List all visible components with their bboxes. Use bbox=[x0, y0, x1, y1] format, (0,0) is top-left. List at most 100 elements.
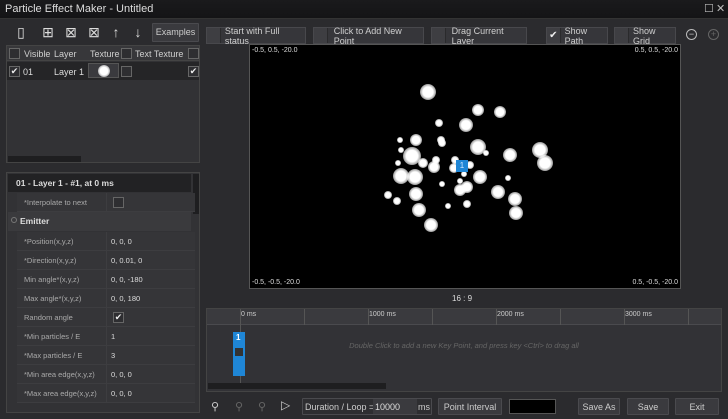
save-button[interactable]: Save bbox=[627, 398, 669, 415]
coord-top-left: -0.5, 0.5, -20.0 bbox=[252, 47, 298, 54]
property-row[interactable]: *Max particles / E3 bbox=[17, 346, 195, 365]
show-grid-toggle[interactable]: Show Grid bbox=[614, 26, 676, 46]
emitter-marker[interactable]: 1 bbox=[456, 160, 468, 172]
window-title: Particle Effect Maker - Untitled bbox=[5, 3, 154, 15]
text-texture-all-checkbox[interactable] bbox=[188, 48, 199, 59]
property-row[interactable]: Min angle*(x,y,z) 0, 0, -180 bbox=[17, 270, 195, 289]
layer-row[interactable]: ✔ 01 Layer 1 ✔ bbox=[7, 62, 199, 80]
layer-extra-checkbox[interactable]: ✔ bbox=[188, 66, 199, 77]
property-row[interactable]: Random angle ✔ bbox=[17, 308, 195, 327]
delete-layer-icon[interactable]: ⊠ bbox=[62, 23, 80, 41]
particle bbox=[537, 155, 553, 171]
keypoint[interactable]: 1 bbox=[233, 332, 245, 376]
property-value[interactable]: 0, 0, 0 bbox=[107, 370, 132, 379]
property-key: *Direction(x,y,z) bbox=[17, 251, 107, 269]
duration-input[interactable]: 10000 bbox=[373, 399, 417, 414]
properties-panel: 01 - Layer 1 - #1, at 0 ms *Interpolate … bbox=[6, 172, 200, 413]
remove-keypoint-icon[interactable]: ⚲ bbox=[235, 400, 243, 413]
play-icon[interactable]: ▷ bbox=[281, 398, 290, 412]
add-layer-icon[interactable]: ⊞ bbox=[39, 23, 57, 41]
examples-button[interactable]: Examples bbox=[152, 23, 199, 42]
property-value[interactable]: 0, 0, 180 bbox=[107, 294, 140, 303]
collapse-icon bbox=[11, 217, 17, 223]
horizontal-scrollbar[interactable] bbox=[8, 156, 81, 162]
texture-preview[interactable] bbox=[88, 63, 119, 78]
property-value[interactable]: 0, 0, 0 bbox=[107, 237, 132, 246]
move-up-icon[interactable]: ↑ bbox=[107, 23, 125, 41]
property-value[interactable]: 1 bbox=[107, 332, 115, 341]
point-interval-button[interactable]: Point Interval bbox=[438, 398, 502, 415]
property-row[interactable]: *Min particles / E1 bbox=[17, 327, 195, 346]
preview-canvas[interactable]: -0.5, 0.5, -20.0 0.5, 0.5, -20.0 -0.5, -… bbox=[249, 44, 681, 289]
timeline[interactable]: 0 ms 1000 ms 2000 ms 3000 ms Double Click t… bbox=[206, 308, 722, 392]
header-visible: Visible bbox=[24, 49, 51, 59]
property-row[interactable]: *Max area edge(x,y,z) 0, 0, 0 bbox=[17, 384, 195, 403]
exit-button[interactable]: Exit bbox=[675, 398, 719, 415]
property-row[interactable]: *Position(x,y,z) 0, 0, 0 bbox=[17, 232, 195, 251]
property-key: Min angle*(x,y,z) bbox=[17, 270, 107, 288]
particle bbox=[463, 200, 471, 208]
ruler-line bbox=[560, 309, 561, 325]
ruler-line bbox=[496, 309, 497, 325]
particle bbox=[407, 169, 423, 185]
property-key: *Min particles / E bbox=[17, 327, 107, 345]
timeline-tick-label: 0 ms bbox=[241, 311, 257, 318]
ruler-line bbox=[368, 309, 369, 325]
texture-all-checkbox[interactable] bbox=[121, 48, 132, 59]
drag-layer-toggle[interactable]: Drag Current Layer bbox=[431, 26, 527, 46]
click-add-point-toggle[interactable]: Click to Add New Point bbox=[313, 26, 424, 46]
add-keypoint-icon[interactable]: ⚲ bbox=[211, 400, 219, 413]
particle bbox=[435, 119, 443, 127]
maximize-icon[interactable]: ☐ bbox=[704, 2, 714, 15]
text-texture-checkbox[interactable] bbox=[121, 66, 132, 77]
particle bbox=[491, 185, 505, 199]
property-checkbox[interactable]: ✔ bbox=[113, 311, 124, 323]
visible-checkbox[interactable]: ✔ bbox=[9, 66, 20, 77]
coord-bottom-left: -0.5, -0.5, -20.0 bbox=[252, 279, 300, 286]
particle bbox=[428, 161, 440, 173]
show-path-toggle[interactable]: ✔ Show Path bbox=[546, 26, 608, 46]
property-row[interactable]: *Min area edge(x,y,z) 0, 0, 0 bbox=[17, 365, 195, 384]
layer-name: Layer 1 bbox=[54, 67, 85, 77]
property-row-interpolate: *Interpolate to next bbox=[17, 193, 195, 212]
property-value[interactable]: 0, 0, -180 bbox=[107, 275, 143, 284]
property-row[interactable]: *Direction(x,y,z) 0, 0.01, 0 bbox=[17, 251, 195, 270]
particle bbox=[505, 175, 511, 181]
layer-id: 01 bbox=[23, 67, 34, 77]
timeline-tick-label: 1000 ms bbox=[369, 311, 396, 318]
property-value[interactable]: 0, 0, 0 bbox=[107, 389, 132, 398]
delete-all-layers-icon[interactable]: ⊠ bbox=[85, 23, 103, 41]
open-book-icon[interactable]: ▯ bbox=[12, 23, 30, 41]
particle bbox=[508, 192, 522, 206]
ruler-line bbox=[432, 309, 433, 325]
particle bbox=[393, 197, 401, 205]
interpolate-checkbox[interactable] bbox=[113, 196, 124, 208]
remove-all-keypoints-icon[interactable]: ⚲ bbox=[258, 400, 266, 413]
color-swatch[interactable] bbox=[509, 399, 556, 414]
move-down-icon[interactable]: ↓ bbox=[129, 23, 147, 41]
property-value[interactable]: 3 bbox=[107, 351, 115, 360]
particle bbox=[454, 184, 466, 196]
particle bbox=[439, 181, 445, 187]
close-icon[interactable]: ✕ bbox=[716, 2, 725, 15]
coord-top-right: 0.5, 0.5, -20.0 bbox=[634, 47, 678, 54]
select-all-checkbox[interactable] bbox=[9, 48, 20, 59]
properties-header: 01 - Layer 1 - #1, at 0 ms bbox=[8, 174, 191, 192]
particle bbox=[438, 139, 446, 147]
particle bbox=[384, 191, 392, 199]
keypoint-handle[interactable] bbox=[235, 348, 243, 356]
start-full-status-toggle[interactable]: Start with Full status bbox=[206, 26, 306, 46]
property-key: *Min area edge(x,y,z) bbox=[17, 365, 107, 383]
property-key: *Max particles / E bbox=[17, 346, 107, 364]
particle bbox=[420, 84, 436, 100]
emitter-section[interactable]: Emitter bbox=[8, 212, 191, 231]
ruler-line bbox=[688, 309, 689, 325]
zoom-out-icon[interactable]: − bbox=[686, 29, 697, 40]
property-value[interactable]: 0, 0.01, 0 bbox=[107, 256, 142, 265]
timeline-scrollbar[interactable] bbox=[208, 383, 386, 389]
save-as-button[interactable]: Save As bbox=[578, 398, 620, 415]
ruler-line bbox=[240, 309, 241, 325]
header-layer: Layer bbox=[54, 49, 77, 59]
zoom-in-icon[interactable]: + bbox=[708, 29, 719, 40]
property-row[interactable]: Max angle*(x,y,z) 0, 0, 180 bbox=[17, 289, 195, 308]
